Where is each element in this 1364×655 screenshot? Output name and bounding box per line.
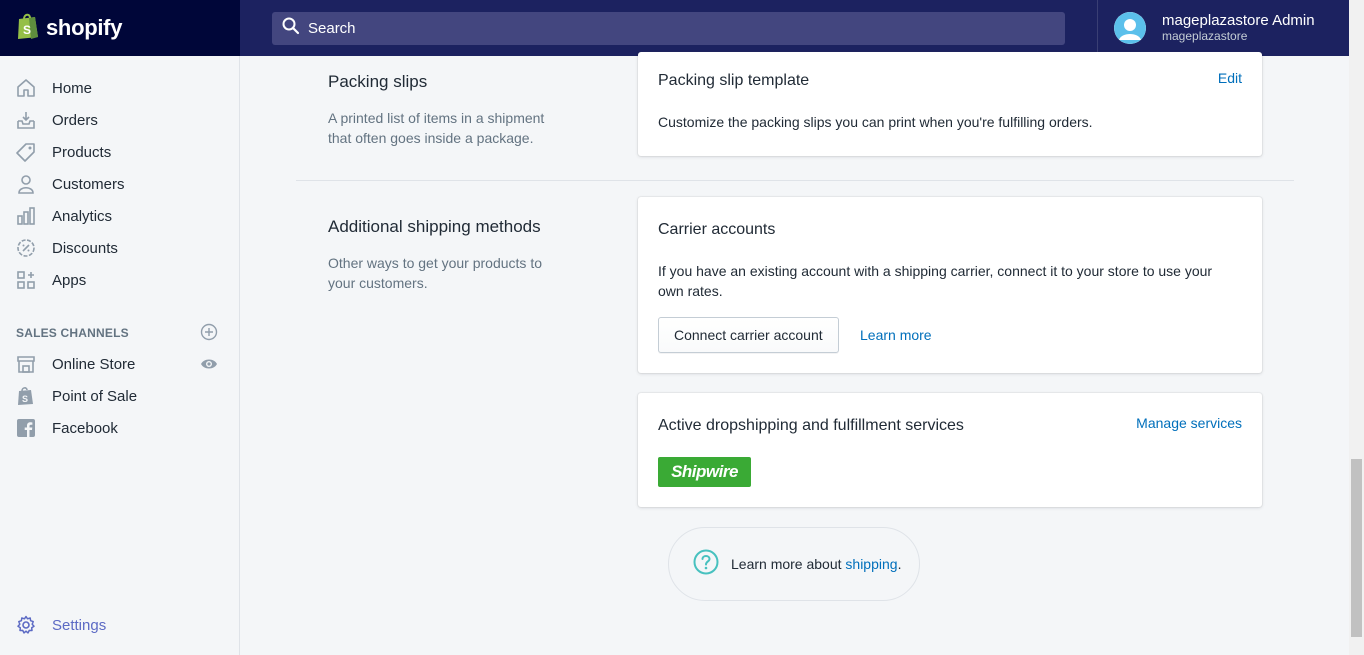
- user-name[interactable]: mageplazastore Admin: [1162, 12, 1315, 29]
- shopify-bag-icon: S: [16, 386, 36, 406]
- tag-icon: [16, 142, 36, 162]
- learn-more-text: Learn more about shipping.: [731, 556, 901, 572]
- dropshipping-card: Active dropshipping and fulfillment serv…: [638, 393, 1262, 507]
- help-circle-icon: [693, 549, 719, 580]
- search-placeholder: Search: [308, 20, 356, 37]
- sidebar-item-label: Home: [52, 79, 93, 97]
- person-icon: [16, 174, 36, 194]
- add-channel-icon[interactable]: [200, 323, 218, 341]
- bar-chart-icon: [16, 206, 36, 226]
- scrollbar-thumb[interactable]: [1351, 459, 1362, 637]
- dropshipping-title: Active dropshipping and fulfillment serv…: [658, 417, 964, 434]
- sidebar-item-label: Settings: [52, 616, 107, 634]
- sidebar-item-facebook[interactable]: Facebook: [0, 413, 239, 443]
- gear-icon: [16, 615, 36, 635]
- edit-link[interactable]: Edit: [1218, 70, 1242, 86]
- packing-slips-title: Packing slips: [328, 72, 428, 91]
- learn-more-prefix: Learn more about: [731, 556, 846, 572]
- sidebar-item-label: Apps: [52, 271, 87, 289]
- learn-more-link[interactable]: Learn more: [860, 327, 932, 343]
- facebook-icon: [16, 418, 36, 438]
- shopify-logo[interactable]: S shopify: [0, 0, 240, 56]
- brand-name: shopify: [46, 15, 123, 40]
- search-icon: [282, 17, 300, 40]
- svg-text:S: S: [23, 23, 31, 37]
- store-name: mageplazastore: [1162, 29, 1248, 43]
- sidebar-item-customers[interactable]: Customers: [0, 169, 239, 199]
- sidebar-item-label: Facebook: [52, 419, 118, 437]
- additional-shipping-description: Other ways to get your products to your …: [328, 255, 542, 291]
- learn-more-suffix: .: [897, 556, 902, 572]
- store-icon: [16, 354, 36, 374]
- home-icon: [16, 78, 36, 98]
- topbar-divider: [1097, 0, 1098, 56]
- shipping-link[interactable]: shipping: [845, 556, 897, 572]
- sidebar: Home Orders Products Customers Analytics…: [0, 56, 240, 655]
- sidebar-item-label: Discounts: [52, 239, 118, 257]
- sidebar-item-point-of-sale[interactable]: S Point of Sale: [0, 381, 239, 411]
- avatar[interactable]: [1114, 12, 1146, 44]
- sidebar-item-label: Customers: [52, 175, 125, 193]
- sidebar-item-home[interactable]: Home: [0, 73, 239, 103]
- carrier-accounts-text: If you have an existing account with a s…: [658, 263, 1213, 299]
- sidebar-item-settings[interactable]: Settings: [0, 610, 239, 640]
- sidebar-item-products[interactable]: Products: [0, 137, 239, 167]
- apps-icon: [16, 270, 36, 290]
- sales-channels-heading: SALES CHANNELS: [16, 326, 129, 340]
- shopify-bag-icon: S: [16, 12, 40, 45]
- sidebar-item-label: Online Store: [52, 355, 136, 373]
- sidebar-item-discounts[interactable]: Discounts: [0, 233, 239, 263]
- discount-icon: [16, 238, 36, 258]
- packing-slips-description: A printed list of items in a shipment th…: [328, 110, 545, 146]
- sidebar-item-label: Products: [52, 143, 112, 161]
- learn-more-footer: Learn more about shipping.: [668, 527, 920, 601]
- manage-services-link[interactable]: Manage services: [1136, 415, 1242, 431]
- svg-text:S: S: [22, 394, 28, 404]
- search-input[interactable]: Search: [272, 12, 1065, 45]
- carrier-accounts-card: Carrier accounts If you have an existing…: [638, 197, 1262, 373]
- additional-shipping-title: Additional shipping methods: [328, 217, 541, 236]
- sidebar-item-label: Analytics: [52, 207, 113, 225]
- sidebar-item-analytics[interactable]: Analytics: [0, 201, 239, 231]
- shipwire-logo[interactable]: Shipwire: [658, 457, 751, 487]
- sidebar-item-orders[interactable]: Orders: [0, 105, 239, 135]
- top-bar: S shopify Search mageplazastore Admin ma…: [0, 0, 1349, 56]
- main-content: Packing slips A printed list of items in…: [240, 52, 1349, 655]
- packing-slip-template-card: Packing slip template Edit Customize the…: [638, 52, 1262, 156]
- orders-icon: [16, 110, 36, 130]
- section-divider: [296, 180, 1294, 181]
- carrier-accounts-title: Carrier accounts: [658, 221, 776, 238]
- packing-slip-template-title: Packing slip template: [658, 72, 810, 89]
- sidebar-item-apps[interactable]: Apps: [0, 265, 239, 295]
- view-store-eye-icon[interactable]: [200, 357, 218, 371]
- sidebar-item-label: Orders: [52, 111, 98, 129]
- packing-slip-template-text: Customize the packing slips you can prin…: [658, 114, 1093, 130]
- sidebar-item-label: Point of Sale: [52, 387, 138, 405]
- connect-carrier-button[interactable]: Connect carrier account: [658, 317, 839, 353]
